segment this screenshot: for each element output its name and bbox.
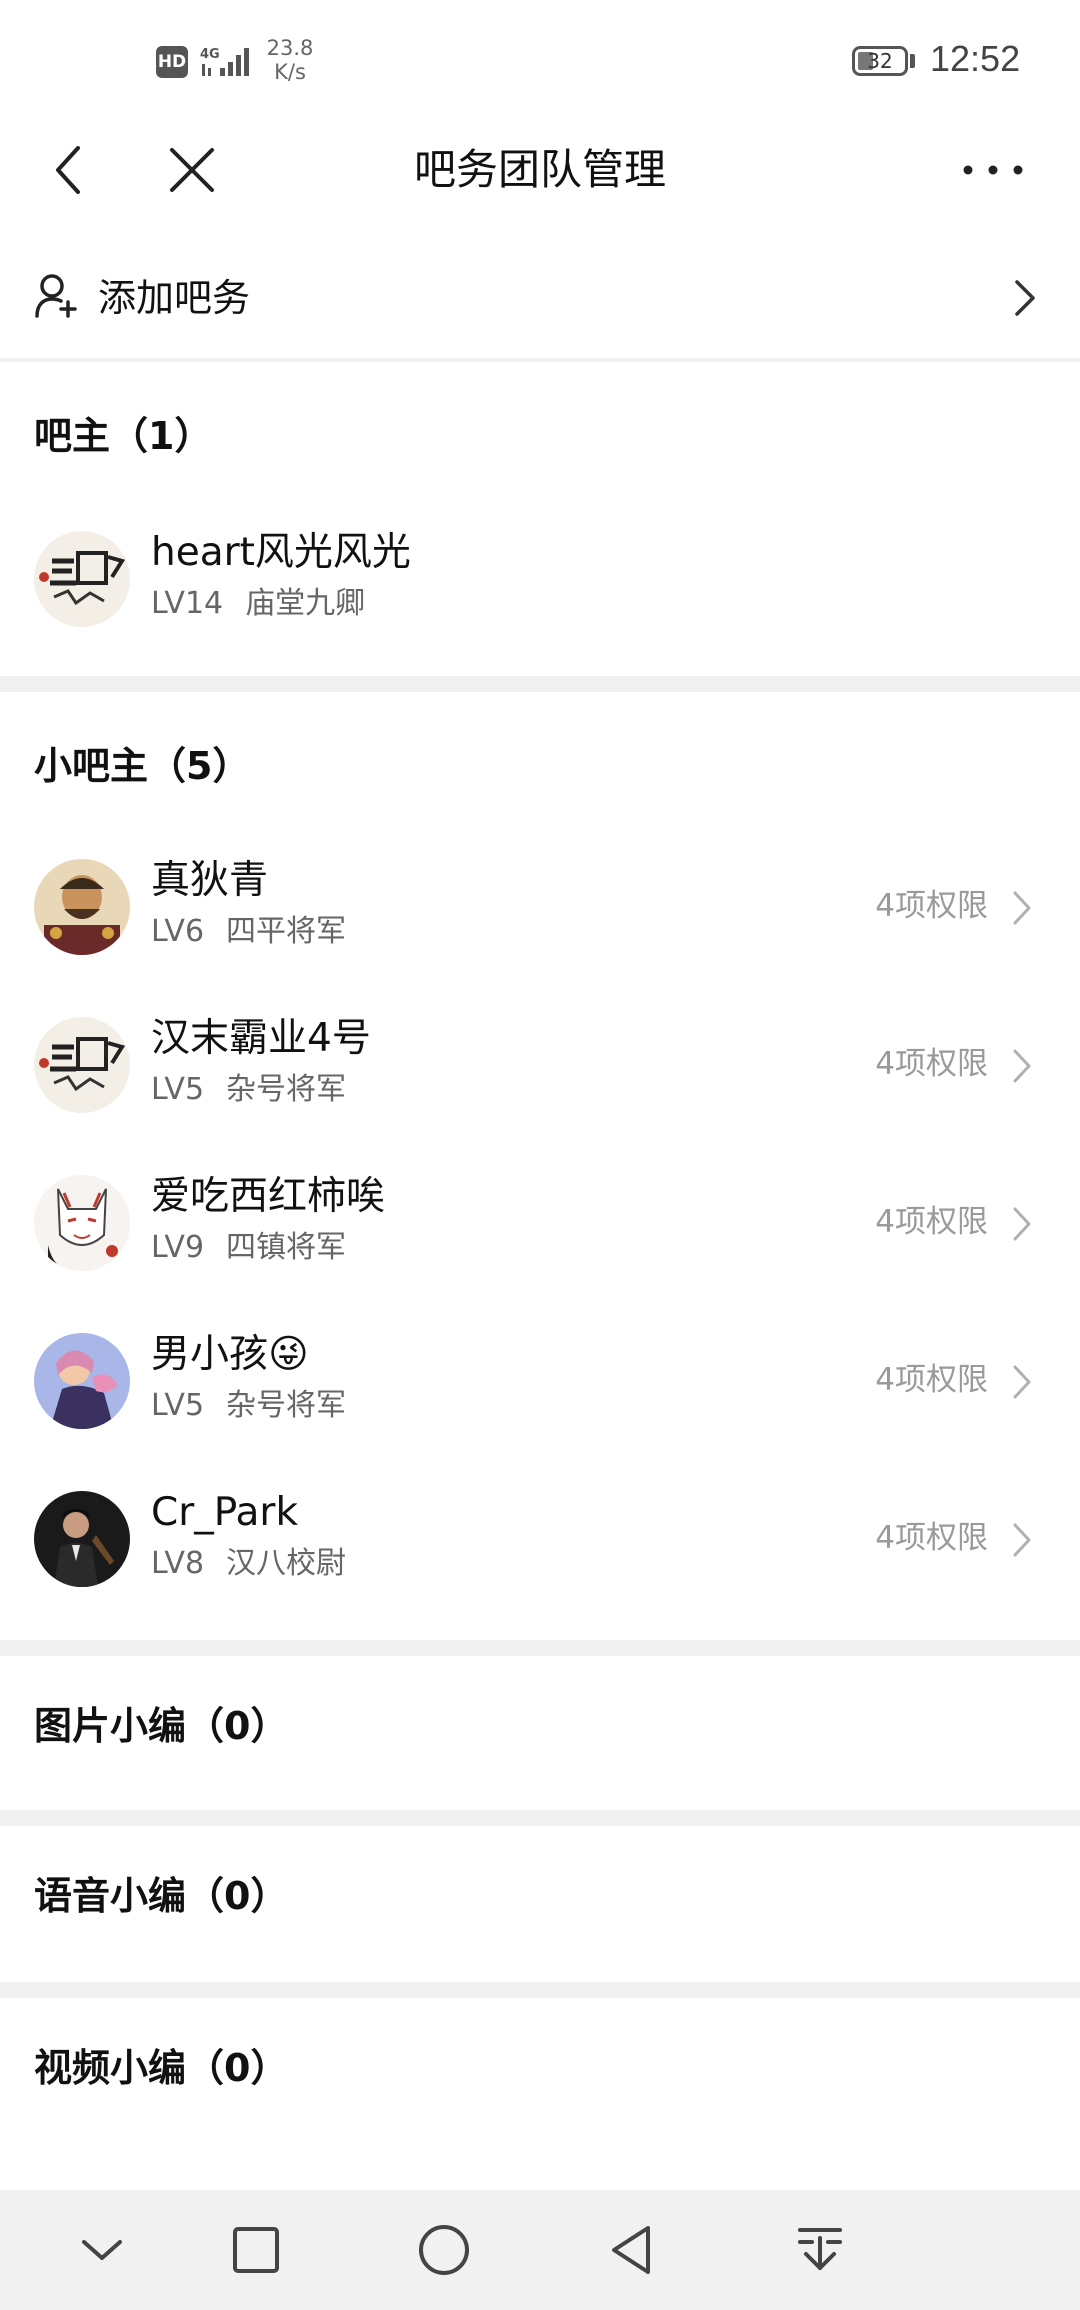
avatar	[34, 1175, 130, 1271]
permissions-label: 4项权限	[875, 1362, 988, 1398]
chevron-right-icon	[1013, 1365, 1031, 1399]
member-level: LV8	[151, 1546, 205, 1581]
divider	[0, 358, 1080, 362]
section-divider	[0, 1810, 1080, 1826]
member-rank: 四平将军	[226, 914, 347, 949]
member-rank: 汉八校尉	[226, 1546, 347, 1581]
nav-bar: 吧务团队管理	[0, 120, 1080, 220]
member-rank: 庙堂九卿	[245, 586, 366, 621]
member-rank: 杂号将军	[226, 1072, 347, 1107]
speed-value: 23.8	[266, 36, 314, 60]
battery-icon: 32	[852, 46, 908, 76]
chevron-right-icon	[1013, 1523, 1031, 1557]
member-level: LV5	[151, 1072, 205, 1107]
svg-text:4G: 4G	[200, 47, 220, 62]
member-name: 男小孩😜	[151, 1332, 309, 1377]
section-title-video-editor: 视频小编（0）	[34, 2046, 289, 2090]
permissions-label: 4项权限	[875, 1520, 988, 1556]
more-icon[interactable]	[960, 150, 1026, 190]
system-back-icon[interactable]	[602, 2220, 662, 2280]
chevron-right-icon	[1013, 891, 1031, 925]
add-moderator-row[interactable]: 添加吧务	[0, 240, 1080, 356]
home-icon[interactable]	[414, 2220, 474, 2280]
avatar	[34, 1333, 130, 1429]
add-moderator-label: 添加吧务	[98, 276, 251, 320]
avatar	[34, 1017, 130, 1113]
avatar	[34, 1491, 130, 1587]
battery-cap	[910, 54, 915, 68]
section-divider	[0, 1640, 1080, 1656]
hd-badge: HD	[156, 46, 188, 78]
member-row[interactable]: heart风光风光 LV14 庙堂九卿	[0, 500, 1080, 658]
member-row[interactable]: Cr_Park LV8 汉八校尉 4项权限	[0, 1460, 1080, 1618]
section-title-voice-editor: 语音小编（0）	[34, 1874, 289, 1918]
member-row[interactable]: 真狄青 LV6 四平将军 4项权限	[0, 828, 1080, 986]
network-speed: 23.8 K/s	[262, 36, 318, 84]
member-meta: LV9 四镇将军	[151, 1228, 346, 1268]
member-level: LV5	[151, 1388, 205, 1423]
signal-icon: 4G	[200, 47, 249, 76]
battery-level: 32	[867, 49, 893, 73]
section-title-sub-owner: 小吧主（5）	[34, 744, 251, 788]
member-meta: LV6 四平将军	[151, 912, 346, 952]
chevron-right-icon	[1013, 1049, 1031, 1083]
system-navigation-bar	[0, 2190, 1080, 2310]
status-bar: HD 4G 23.8 K/s 32 12:52	[0, 0, 1080, 120]
chevron-right-icon	[1015, 280, 1035, 316]
notification-pull-down-icon[interactable]	[790, 2220, 850, 2280]
member-level: LV9	[151, 1230, 205, 1265]
member-row[interactable]: 男小孩😜 LV5 杂号将军 4项权限	[0, 1302, 1080, 1460]
member-meta: LV14 庙堂九卿	[151, 584, 365, 624]
member-name: 真狄青	[151, 858, 269, 903]
page-title: 吧务团队管理	[413, 145, 666, 194]
member-name: 爱吃西红柿唉	[151, 1174, 386, 1219]
permissions-label: 4项权限	[875, 1046, 988, 1082]
chevron-down-icon[interactable]	[72, 2220, 132, 2280]
permissions-label: 4项权限	[875, 888, 988, 924]
chevron-right-icon	[1013, 1207, 1031, 1241]
speed-unit: K/s	[274, 60, 306, 84]
clock: 12:52	[930, 38, 1021, 79]
section-title-owner: 吧主（1）	[34, 414, 213, 458]
member-row[interactable]: 爱吃西红柿唉 LV9 四镇将军 4项权限	[0, 1144, 1080, 1302]
member-meta: LV8 汉八校尉	[151, 1544, 346, 1584]
member-level: LV6	[151, 914, 205, 949]
member-name: 汉末霸业4号	[151, 1016, 371, 1061]
permissions-label: 4项权限	[875, 1204, 988, 1240]
member-row[interactable]: 汉末霸业4号 LV5 杂号将军 4项权限	[0, 986, 1080, 1144]
avatar	[34, 531, 130, 627]
section-divider	[0, 676, 1080, 692]
section-title-image-editor: 图片小编（0）	[34, 1704, 289, 1748]
member-meta: LV5 杂号将军	[151, 1386, 346, 1426]
member-rank: 杂号将军	[226, 1388, 347, 1423]
member-rank: 四镇将军	[226, 1230, 347, 1265]
recent-apps-icon[interactable]	[226, 2220, 286, 2280]
member-level: LV14	[151, 586, 224, 621]
add-user-icon	[35, 274, 77, 318]
member-name: heart风光风光	[151, 530, 411, 575]
section-divider	[0, 1982, 1080, 1998]
avatar	[34, 859, 130, 955]
member-name: Cr_Park	[151, 1490, 299, 1535]
member-meta: LV5 杂号将军	[151, 1070, 346, 1110]
